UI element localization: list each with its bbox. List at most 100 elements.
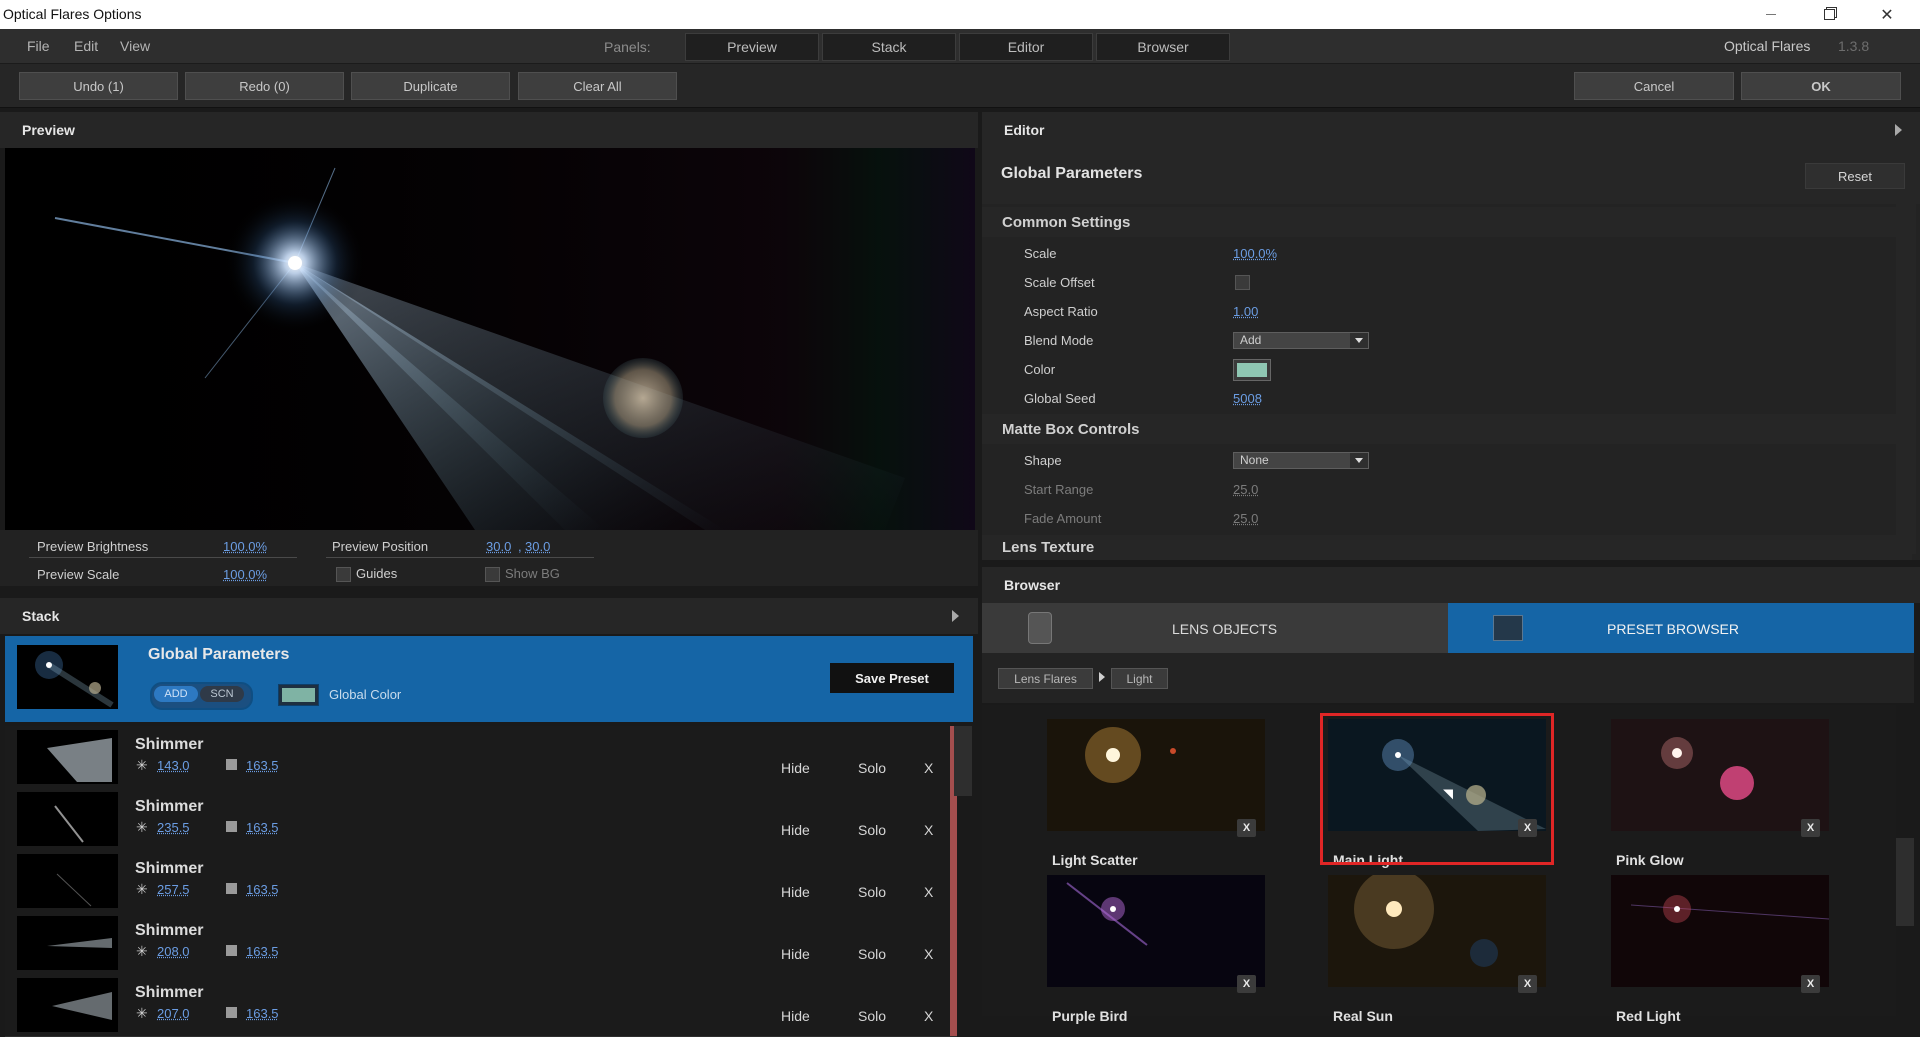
scale-value[interactable]: 100.0% bbox=[1233, 246, 1277, 261]
delete-layer-button[interactable]: X bbox=[924, 946, 933, 962]
editor-scrollbar[interactable] bbox=[1896, 204, 1916, 554]
lens-objects-tab[interactable]: LENS OBJECTS bbox=[982, 603, 1448, 653]
guides-label: Guides bbox=[356, 566, 398, 581]
lens-texture-header[interactable]: Lens Texture bbox=[982, 535, 1912, 560]
matte-box-header[interactable]: Matte Box Controls bbox=[982, 414, 1912, 444]
selected-preset-highlight bbox=[1320, 713, 1554, 865]
layer-scale[interactable]: 163.5 bbox=[246, 944, 279, 959]
remove-preset-button[interactable]: X bbox=[1801, 819, 1820, 837]
layer-scale[interactable]: 163.5 bbox=[246, 1006, 279, 1021]
preset-browser-tab[interactable]: PRESET BROWSER bbox=[1448, 603, 1914, 653]
restore-button[interactable] bbox=[1806, 0, 1852, 29]
duplicate-button[interactable]: Duplicate bbox=[351, 72, 510, 100]
menu-edit[interactable]: Edit bbox=[74, 38, 98, 54]
global-seed-value[interactable]: 5008 bbox=[1233, 391, 1262, 406]
hide-button[interactable]: Hide bbox=[781, 884, 810, 900]
preset-item[interactable]: X Real Sun bbox=[1328, 875, 1546, 1024]
guides-checkbox[interactable] bbox=[336, 567, 351, 582]
preset-item[interactable]: X Red Light bbox=[1611, 875, 1829, 1024]
stack-row[interactable]: Shimmer ✳ 257.5 163.5 Hide Solo X bbox=[5, 850, 957, 913]
aspect-ratio-value[interactable]: 1.00 bbox=[1233, 304, 1258, 319]
hide-button[interactable]: Hide bbox=[781, 946, 810, 962]
editor-expand-icon[interactable] bbox=[1895, 124, 1902, 136]
layer-scale[interactable]: 163.5 bbox=[246, 758, 279, 773]
preset-item[interactable]: X Purple Bird bbox=[1047, 875, 1265, 1024]
layer-thumbnail-shape bbox=[56, 873, 92, 907]
hide-button[interactable]: Hide bbox=[781, 1008, 810, 1024]
preview-position-x[interactable]: 30.0 bbox=[486, 539, 511, 554]
redo-button[interactable]: Redo (0) bbox=[185, 72, 344, 100]
scale-offset-checkbox[interactable] bbox=[1235, 275, 1250, 290]
remove-preset-button[interactable]: X bbox=[1518, 975, 1537, 993]
remove-preset-button[interactable]: X bbox=[1237, 975, 1256, 993]
preview-scale-value[interactable]: 100.0% bbox=[223, 567, 267, 582]
layer-scale[interactable]: 163.5 bbox=[246, 882, 279, 897]
preset-browser-label: PRESET BROWSER bbox=[1607, 621, 1739, 637]
preset-item[interactable]: X Pink Glow bbox=[1611, 719, 1829, 868]
stack-row[interactable]: Shimmer ✳ 143.0 163.5 Hide Solo X bbox=[5, 726, 957, 789]
add-mode-button[interactable]: ADD bbox=[154, 686, 198, 702]
layer-brightness[interactable]: 235.5 bbox=[157, 820, 190, 835]
reset-button[interactable]: Reset bbox=[1805, 163, 1905, 189]
delete-layer-button[interactable]: X bbox=[924, 884, 933, 900]
stack-row[interactable]: Shimmer ✳ 207.0 163.5 Hide Solo X bbox=[5, 974, 957, 1037]
solo-button[interactable]: Solo bbox=[858, 946, 886, 962]
layer-scale[interactable]: 163.5 bbox=[246, 820, 279, 835]
show-bg-checkbox[interactable] bbox=[485, 567, 500, 582]
remove-preset-button[interactable]: X bbox=[1801, 975, 1820, 993]
undo-button[interactable]: Undo (1) bbox=[19, 72, 178, 100]
clear-all-button[interactable]: Clear All bbox=[518, 72, 677, 100]
layer-brightness[interactable]: 143.0 bbox=[157, 758, 190, 773]
preview-brightness-value[interactable]: 100.0% bbox=[223, 539, 267, 554]
stack-expand-icon[interactable] bbox=[952, 610, 959, 622]
add-scn-toggle: ADD SCN bbox=[150, 682, 253, 710]
hide-button[interactable]: Hide bbox=[781, 822, 810, 838]
panel-tab-browser[interactable]: Browser bbox=[1096, 33, 1230, 61]
menu-file[interactable]: File bbox=[27, 38, 50, 54]
layer-brightness[interactable]: 207.0 bbox=[157, 1006, 190, 1021]
crumb-light[interactable]: Light bbox=[1111, 668, 1168, 689]
delete-layer-button[interactable]: X bbox=[924, 822, 933, 838]
solo-button[interactable]: Solo bbox=[858, 760, 886, 776]
hide-button[interactable]: Hide bbox=[781, 760, 810, 776]
menu-view[interactable]: View bbox=[120, 38, 150, 54]
solo-button[interactable]: Solo bbox=[858, 1008, 886, 1024]
start-range-value[interactable]: 25.0 bbox=[1233, 482, 1258, 497]
panel-tab-stack[interactable]: Stack bbox=[822, 33, 956, 61]
delete-layer-button[interactable]: X bbox=[924, 1008, 933, 1024]
stack-row[interactable]: Shimmer ✳ 208.0 163.5 Hide Solo X bbox=[5, 912, 957, 975]
layer-title: Shimmer bbox=[135, 984, 204, 1001]
stack-global-parameters-row[interactable]: Global Parameters ADD SCN Global Color S… bbox=[5, 636, 973, 722]
preset-thumbnail bbox=[1047, 875, 1265, 987]
blend-mode-select[interactable]: Add bbox=[1233, 332, 1369, 349]
stack-row[interactable]: Shimmer ✳ 235.5 163.5 Hide Solo X bbox=[5, 788, 957, 851]
minimize-button[interactable] bbox=[1748, 0, 1794, 29]
browser-scrollbar[interactable] bbox=[1896, 838, 1914, 926]
close-window-button[interactable]: ✕ bbox=[1864, 0, 1910, 29]
shape-select[interactable]: None bbox=[1233, 452, 1369, 469]
remove-preset-button[interactable]: X bbox=[1237, 819, 1256, 837]
layer-brightness[interactable]: 208.0 bbox=[157, 944, 190, 959]
panel-tab-preview[interactable]: Preview bbox=[685, 33, 819, 61]
layer-thumbnail bbox=[17, 854, 118, 908]
preset-item[interactable]: X Light Scatter bbox=[1047, 719, 1265, 868]
crumb-lens-flares[interactable]: Lens Flares bbox=[998, 668, 1093, 689]
preview-position-y[interactable]: 30.0 bbox=[525, 539, 550, 554]
fade-amount-value[interactable]: 25.0 bbox=[1233, 511, 1258, 526]
global-parameters-title: Global Parameters bbox=[148, 646, 290, 663]
scn-mode-button[interactable]: SCN bbox=[200, 686, 244, 702]
ok-button[interactable]: OK bbox=[1741, 72, 1901, 100]
common-settings-header[interactable]: Common Settings bbox=[982, 207, 1912, 237]
stack-scrollbar[interactable] bbox=[954, 726, 972, 796]
layer-brightness[interactable]: 257.5 bbox=[157, 882, 190, 897]
solo-button[interactable]: Solo bbox=[858, 884, 886, 900]
panel-tab-editor[interactable]: Editor bbox=[959, 33, 1093, 61]
solo-button[interactable]: Solo bbox=[858, 822, 886, 838]
save-preset-button[interactable]: Save Preset bbox=[830, 663, 954, 693]
browser-title: Browser bbox=[1004, 577, 1061, 593]
delete-layer-button[interactable]: X bbox=[924, 760, 933, 776]
cancel-button[interactable]: Cancel bbox=[1574, 72, 1734, 100]
color-swatch[interactable] bbox=[1233, 359, 1271, 381]
preview-canvas[interactable] bbox=[5, 148, 975, 530]
global-color-swatch[interactable] bbox=[278, 684, 319, 706]
